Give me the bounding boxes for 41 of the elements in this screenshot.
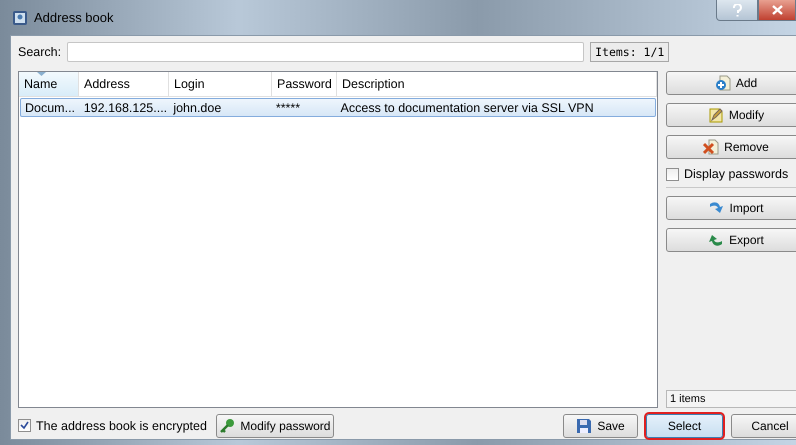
status-text: 1 items	[666, 390, 796, 408]
sort-arrow-icon	[37, 72, 46, 76]
close-button[interactable]	[758, 0, 796, 21]
remove-button[interactable]: Remove	[666, 135, 796, 160]
window-title: Address book	[34, 10, 114, 25]
modify-button[interactable]: Modify	[666, 103, 796, 128]
checkbox-label: The address book is encrypted	[36, 418, 207, 433]
curved-arrow-icon	[708, 232, 724, 248]
save-button[interactable]: Save	[563, 414, 638, 438]
column-header[interactable]: Login	[169, 72, 272, 96]
table-cell-text: *****	[274, 100, 302, 116]
cancel-button[interactable]: Cancel	[731, 414, 796, 438]
column-header[interactable]: Address	[79, 72, 169, 96]
key-icon	[219, 418, 236, 434]
pencil-icon	[708, 107, 724, 124]
column-header[interactable]: Description	[337, 72, 657, 96]
checkbox[interactable]	[666, 168, 679, 181]
import-button[interactable]: Import	[666, 196, 796, 220]
help-button[interactable]	[716, 0, 758, 21]
table-cell-text: john.doe	[172, 100, 222, 116]
checkbox-label: Display passwords	[684, 167, 788, 182]
help-icon	[732, 4, 742, 16]
table-row[interactable]: Docum... 192.168.125.... john.doe ***** Access to documentation server via SSL VPN	[20, 98, 656, 118]
select-button[interactable]: Select	[646, 414, 723, 438]
table-cell-text: Docum...	[24, 100, 76, 116]
add-icon	[714, 75, 731, 92]
add-button[interactable]: Add	[666, 71, 796, 96]
table-cell-text: Access to documentation server via SSL VPN	[340, 100, 595, 116]
items-count: Items: 1/1	[590, 42, 670, 62]
checkbox[interactable]	[18, 419, 31, 432]
column-header[interactable]: Password	[272, 72, 337, 96]
search-field[interactable]	[67, 42, 584, 62]
column-header[interactable]: Name	[19, 72, 79, 96]
search-label: Search:	[18, 44, 62, 59]
remove-icon	[703, 139, 720, 156]
export-button[interactable]: Export	[666, 228, 796, 252]
floppy-icon	[576, 418, 592, 434]
close-icon	[772, 5, 782, 15]
modify-password-button[interactable]: Modify password	[216, 414, 334, 438]
address-book-icon	[12, 10, 28, 26]
table-cell-text: 192.168.125....	[82, 100, 168, 116]
